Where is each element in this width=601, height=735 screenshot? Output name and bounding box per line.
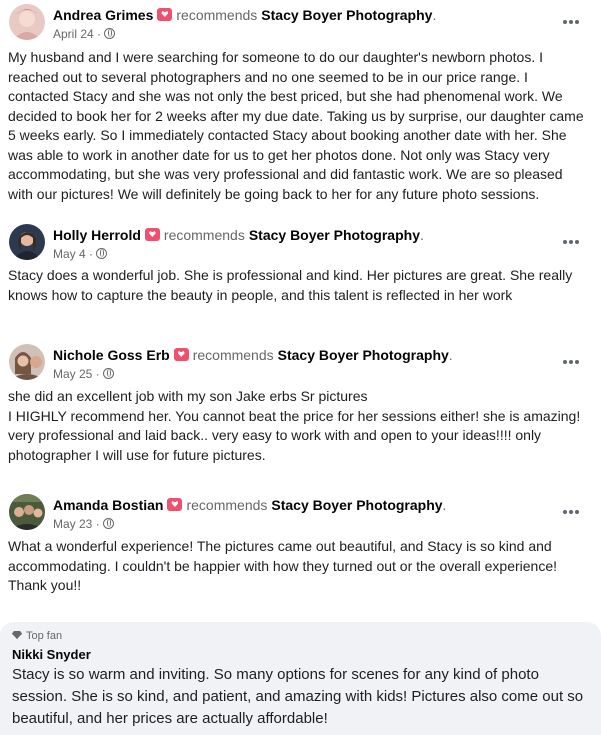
review-card: Amanda Bostian recommends Stacy Boyer Phot… xyxy=(0,494,601,604)
author-name[interactable]: Holly Herrold xyxy=(53,227,141,243)
post-date[interactable]: May 23 · xyxy=(53,516,114,532)
globe-icon xyxy=(96,248,108,259)
page-name-link[interactable]: Stacy Boyer Photography xyxy=(278,347,449,363)
page-name-link[interactable]: Stacy Boyer Photography xyxy=(261,7,432,23)
author-name[interactable]: Andrea Grimes xyxy=(53,7,153,23)
avatar[interactable] xyxy=(9,494,45,530)
review-text: What a wonderful experience! The picture… xyxy=(8,538,557,593)
review-text: Stacy does a wonderful job. She is profe… xyxy=(8,267,573,303)
recommends-label: recommends xyxy=(186,497,268,513)
globe-icon xyxy=(104,28,116,39)
globe-icon xyxy=(102,518,114,529)
more-options-icon[interactable] xyxy=(561,237,581,247)
post-date[interactable]: May 25 · xyxy=(53,366,114,382)
diamond-icon xyxy=(12,631,22,639)
review-card: Andrea Grimes recommends Stacy Boyer Photo… xyxy=(0,4,601,204)
review-card: Holly Herrold recommends Stacy Boyer Photo… xyxy=(0,224,601,314)
review-card: Nichole Goss Erb recommends Stacy Boyer Ph… xyxy=(0,344,601,464)
review-header: Amanda Bostian recommends Stacy Boyer Phot… xyxy=(53,497,447,513)
more-options-icon[interactable] xyxy=(561,357,581,367)
author-name[interactable]: Amanda Bostian xyxy=(53,497,163,513)
review-text: she did an excellent job with my son Jak… xyxy=(8,388,581,463)
recommends-label: recommends xyxy=(192,347,274,363)
recommend-badge-icon xyxy=(157,8,173,21)
review-header: Holly Herrold recommends Stacy Boyer Photo… xyxy=(53,227,424,243)
avatar[interactable] xyxy=(9,344,45,380)
page-name-link[interactable]: Stacy Boyer Photography xyxy=(271,497,442,513)
author-name[interactable]: Nichole Goss Erb xyxy=(53,347,170,363)
post-date[interactable]: May 4 · xyxy=(53,246,108,262)
page-name-link[interactable]: Stacy Boyer Photography xyxy=(249,227,420,243)
top-fan-badge: Top fan xyxy=(12,630,62,642)
more-options-icon[interactable] xyxy=(561,507,581,517)
avatar[interactable] xyxy=(9,224,45,260)
recommends-label: recommends xyxy=(163,227,245,243)
more-options-icon[interactable] xyxy=(561,17,581,27)
recommends-label: recommends xyxy=(176,7,258,23)
comment-text: Stacy is so warm and inviting. So many o… xyxy=(12,666,584,727)
review-text: My husband and I were searching for some… xyxy=(8,49,584,202)
commenter-name[interactable]: Nikki Snyder xyxy=(12,647,91,662)
post-date[interactable]: April 24 · xyxy=(53,26,116,42)
review-header: Nichole Goss Erb recommends Stacy Boyer Ph… xyxy=(53,347,453,363)
recommend-badge-icon xyxy=(173,348,189,361)
globe-icon xyxy=(102,368,114,379)
review-header: Andrea Grimes recommends Stacy Boyer Photo… xyxy=(53,7,437,23)
recommend-badge-icon xyxy=(167,498,183,511)
recommend-badge-icon xyxy=(144,228,160,241)
avatar[interactable] xyxy=(9,4,45,40)
top-fan-comment: Top fan Nikki Snyder Stacy is so warm an… xyxy=(0,622,601,735)
